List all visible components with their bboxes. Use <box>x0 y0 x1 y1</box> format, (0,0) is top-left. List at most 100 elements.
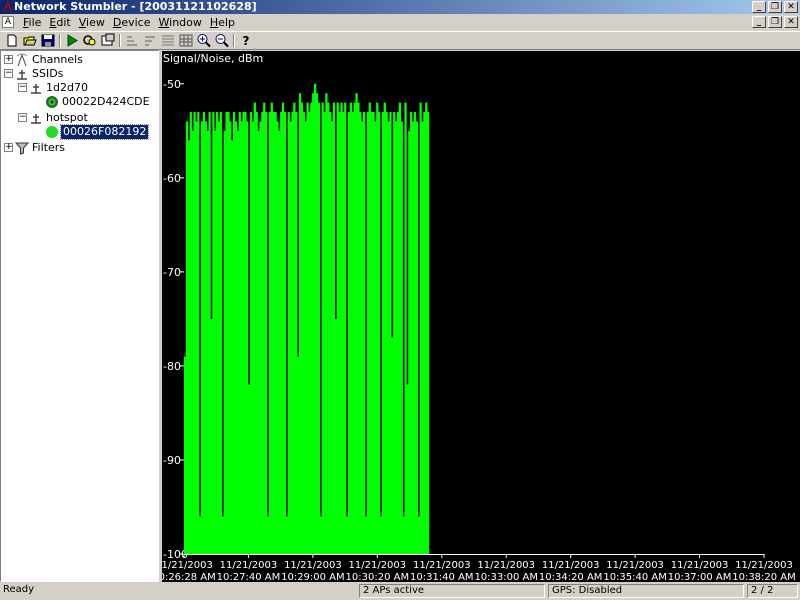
mdi-close-button[interactable]: ✕ <box>784 16 798 28</box>
x-tick-time-label: 10:29:00 AM <box>281 572 345 582</box>
open-icon[interactable] <box>22 33 38 48</box>
x-tick-time-label: 10:26:28 AM <box>162 572 216 582</box>
x-tick-date-label: 11/21/2003 <box>349 560 407 571</box>
ap-signal-icon <box>46 96 58 108</box>
x-axis: 11/21/200310:26:28 AM11/21/200310:27:40 … <box>152 554 796 583</box>
grid-icon[interactable] <box>178 33 194 48</box>
signal-bars <box>184 83 430 555</box>
window-title: Network Stumbler - [20031121102628] <box>14 0 257 13</box>
status-ready: Ready <box>3 584 35 595</box>
x-tick-time-label: 10:27:40 AM <box>217 572 281 582</box>
menu-file[interactable]: File <box>19 14 45 31</box>
menu-device[interactable]: Device <box>109 14 155 31</box>
status-count: 2 / 2 <box>747 584 798 598</box>
help-icon[interactable]: ? <box>238 33 254 48</box>
signal-bar <box>400 121 403 555</box>
svg-text:?: ? <box>243 34 250 48</box>
auto-config-icon[interactable] <box>82 33 98 48</box>
status-bar: Ready 2 APs active GPS: Disabled 2 / 2 <box>0 582 800 600</box>
x-tick-time-label: 10:30:20 AM <box>346 572 410 582</box>
toolbar-separator <box>59 34 61 47</box>
network-icon <box>31 114 41 124</box>
filters-expander[interactable]: + <box>4 143 13 152</box>
list-view-icon[interactable] <box>160 33 176 48</box>
x-tick-date-label: 11/21/2003 <box>477 560 535 571</box>
antenna-icon <box>16 53 28 67</box>
ap-tree-view[interactable]: + Channels − SSIDs − 1d2d70 00022D424CDE… <box>0 50 159 582</box>
signal-bar <box>344 102 347 554</box>
tree-item-ssids[interactable]: SSIDs <box>32 67 63 81</box>
signal-bar <box>378 112 381 554</box>
x-tick-time-label: 10:33:00 AM <box>474 572 538 582</box>
ssid-1d2d70-expander[interactable]: − <box>18 83 27 92</box>
signal-chart-pane: Signal/Noise, dBm -50-60-70-80-90-100 11… <box>152 51 800 583</box>
new-icon[interactable] <box>4 33 20 48</box>
app-icon <box>3 1 12 12</box>
mdi-document-icon[interactable]: A <box>2 16 14 28</box>
y-tick-label: -90 <box>163 454 181 467</box>
signal-bar <box>317 102 321 554</box>
menu-window[interactable]: Window <box>155 14 206 31</box>
properties-icon[interactable] <box>100 33 116 48</box>
menu-edit[interactable]: Edit <box>45 14 74 31</box>
x-tick-date-label: 11/21/2003 <box>220 560 278 571</box>
status-aps-active: 2 APs active <box>359 584 545 598</box>
menu-bar: A File Edit View Device Window Help _ ❐ … <box>0 14 800 31</box>
signal-bar <box>415 121 418 555</box>
tree-item-ssid-1d2d70[interactable]: 1d2d70 <box>46 81 88 95</box>
window-controls: _ ❐ ✕ <box>752 1 798 13</box>
x-tick-date-label: 11/21/2003 <box>671 560 729 571</box>
close-button[interactable]: ✕ <box>784 1 798 13</box>
restore-button[interactable]: ❐ <box>768 1 782 13</box>
ssids-expander[interactable]: − <box>4 69 13 78</box>
title-bar: Network Stumbler - [20031121102628] _ ❐ … <box>0 0 800 14</box>
x-tick-date-label: 11/21/2003 <box>162 560 213 571</box>
x-tick-date-label: 11/21/2003 <box>284 560 342 571</box>
minimize-button[interactable]: _ <box>752 1 766 13</box>
network-icon <box>31 84 41 94</box>
ap-active-icon <box>46 126 58 138</box>
mdi-minimize-button[interactable]: _ <box>752 16 766 28</box>
signal-bar <box>427 112 430 554</box>
signal-noise-chart: Signal/Noise, dBm -50-60-70-80-90-100 11… <box>152 52 796 583</box>
mdi-restore-button[interactable]: ❐ <box>768 16 782 28</box>
menu-help[interactable]: Help <box>206 14 239 31</box>
status-gps: GPS: Disabled <box>548 584 744 598</box>
x-tick-date-label: 11/21/2003 <box>542 560 600 571</box>
x-tick-date-label: 11/21/2003 <box>606 560 664 571</box>
x-tick-time-label: 10:34:20 AM <box>539 572 603 582</box>
network-icon <box>17 70 27 80</box>
filter-icon <box>15 142 29 155</box>
zoom-in-icon[interactable] <box>196 33 212 48</box>
toolbar-separator <box>233 34 235 47</box>
play-icon[interactable] <box>64 33 80 48</box>
toolbar: ? <box>0 31 800 50</box>
x-tick-time-label: 10:31:40 AM <box>410 572 474 582</box>
signal-bar <box>219 112 223 554</box>
signal-bar <box>283 112 287 554</box>
x-tick-date-label: 11/21/2003 <box>735 560 793 571</box>
tree-item-ap-00026F082192[interactable]: 00026F082192 <box>59 124 150 140</box>
tree-item-filters[interactable]: Filters <box>32 141 65 155</box>
mdi-window-controls: _ ❐ ✕ <box>752 16 798 28</box>
y-tick-label: -60 <box>163 172 181 185</box>
y-tick-label: -50 <box>163 78 181 91</box>
signal-bar <box>362 112 366 554</box>
y-tick-label: -70 <box>163 266 181 279</box>
save-icon[interactable] <box>40 33 56 48</box>
x-tick-date-label: 11/21/2003 <box>413 560 471 571</box>
tree-item-ssid-hotspot[interactable]: hotspot <box>46 111 88 125</box>
tree-item-ap-00022D424CDE[interactable]: 00022D424CDE <box>62 95 150 109</box>
x-tick-time-label: 10:37:00 AM <box>668 572 732 582</box>
sort-asc-icon[interactable] <box>124 33 140 48</box>
menu-view[interactable]: View <box>75 14 109 31</box>
tree-item-channels[interactable]: Channels <box>32 53 83 67</box>
zoom-out-icon[interactable] <box>214 33 230 48</box>
sort-desc-icon[interactable] <box>142 33 158 48</box>
channels-expander[interactable]: + <box>4 55 13 64</box>
chart-title: Signal/Noise, dBm <box>163 52 263 65</box>
toolbar-separator <box>119 34 121 47</box>
y-tick-label: -80 <box>163 360 181 373</box>
ssid-hotspot-expander[interactable]: − <box>18 113 27 122</box>
signal-bar <box>265 112 268 554</box>
